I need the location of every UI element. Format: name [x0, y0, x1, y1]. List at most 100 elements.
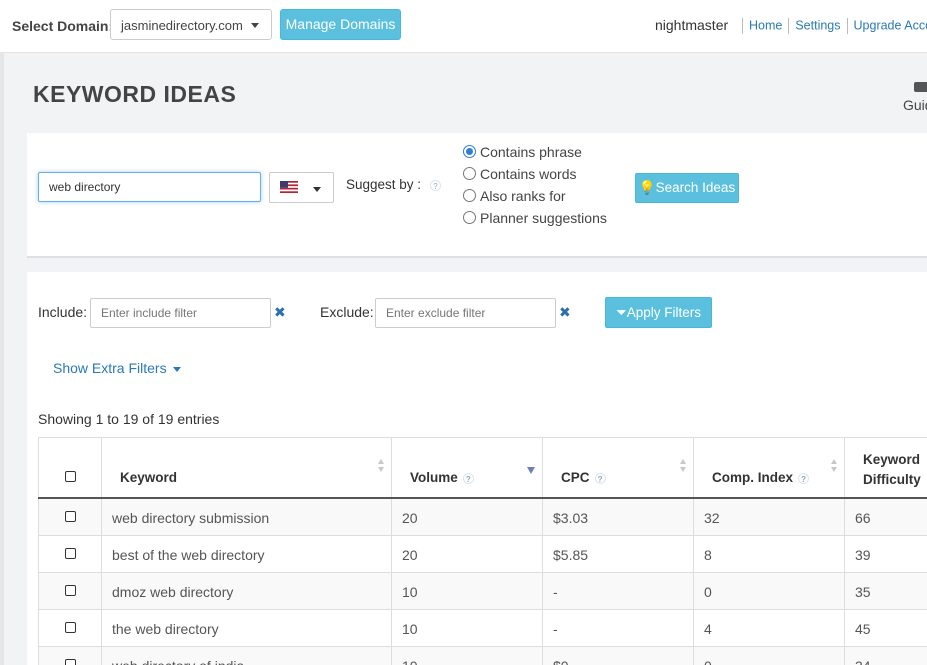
- sort-desc-icon: [527, 467, 535, 474]
- row-select-cell: [38, 499, 101, 535]
- cpc-cell: $5.85: [542, 536, 693, 572]
- difficulty-cell: 35: [844, 573, 927, 609]
- search-button-label: Search Ideas: [655, 180, 736, 195]
- row-checkbox[interactable]: [65, 585, 76, 596]
- option-label: Also ranks for: [480, 188, 566, 204]
- exclude-filter-input[interactable]: [375, 298, 556, 328]
- caret-down-icon: [172, 366, 181, 372]
- nav-link-upgrade[interactable]: Upgrade Account: [854, 18, 927, 32]
- row-checkbox[interactable]: [65, 622, 76, 633]
- table-row[interactable]: dmoz web directory 10-0 35: [38, 573, 927, 610]
- option-contains-words[interactable]: Contains words: [463, 164, 607, 186]
- comp-index-cell: 0: [693, 573, 844, 609]
- nav-link-home[interactable]: Home: [749, 18, 782, 32]
- show-extra-filters-link[interactable]: Show Extra Filters: [53, 360, 181, 376]
- row-select-cell: [38, 573, 101, 609]
- row-select-cell: [38, 647, 101, 665]
- nav-divider: [846, 18, 848, 34]
- cpc-cell: -: [542, 573, 693, 609]
- clear-exclude-icon[interactable]: ✖: [559, 304, 571, 321]
- video-icon: [914, 82, 927, 92]
- domain-select-value: jasminedirectory.com: [121, 18, 243, 33]
- country-select[interactable]: [269, 172, 334, 203]
- cpc-cell: $3.03: [542, 499, 693, 535]
- comp-index-cell: 4: [693, 610, 844, 646]
- clear-include-icon[interactable]: ✖: [274, 304, 286, 321]
- option-also-ranks-for[interactable]: Also ranks for: [463, 186, 607, 208]
- top-bar: Select Domain: jasminedirectory.com Mana…: [0, 0, 927, 53]
- option-planner-suggestions[interactable]: Planner suggestions: [463, 208, 607, 230]
- header-comp-index[interactable]: Comp. Index?: [693, 438, 844, 497]
- row-checkbox[interactable]: [65, 511, 76, 522]
- header-label-wrap: Comp. Index?: [712, 470, 810, 485]
- search-ideas-button[interactable]: 💡Search Ideas: [635, 173, 739, 203]
- keyword-cell: best of the web directory: [101, 536, 391, 572]
- keyword-input[interactable]: [38, 172, 261, 202]
- radio-icon: [463, 167, 476, 180]
- extra-filters-label: Show Extra Filters: [53, 360, 167, 376]
- option-label: Planner suggestions: [480, 210, 607, 226]
- header-label-wrap: Volume?: [410, 470, 474, 485]
- sort-icon: [831, 459, 838, 473]
- keyword-cell: the web directory: [101, 610, 391, 646]
- select-all-checkbox[interactable]: [65, 471, 76, 482]
- row-checkbox[interactable]: [65, 548, 76, 559]
- table-header: Keyword Volume? CPC? Comp. Index? Keywor…: [38, 438, 927, 499]
- comp-index-cell: 32: [693, 499, 844, 535]
- header-label: Keyword Difficulty: [863, 452, 921, 487]
- option-label: Contains phrase: [480, 144, 582, 160]
- search-panel: Suggest by : ? Contains phrase Contains …: [27, 133, 927, 258]
- help-icon[interactable]: ?: [430, 180, 441, 191]
- table-row[interactable]: the web directory 10-4 45: [38, 610, 927, 647]
- help-icon[interactable]: ?: [798, 472, 810, 484]
- volume-cell: 20: [391, 536, 542, 572]
- left-edge: [0, 53, 4, 665]
- nav-divider: [788, 18, 790, 34]
- comp-index-cell: 8: [693, 536, 844, 572]
- chevron-down-icon: [313, 187, 321, 192]
- manage-domains-button[interactable]: Manage Domains: [280, 9, 401, 40]
- sort-icon: [378, 459, 385, 473]
- header-volume[interactable]: Volume?: [391, 438, 542, 497]
- difficulty-cell: 66: [844, 499, 927, 535]
- volume-cell: 10: [391, 647, 542, 665]
- keyword-cell: web directory submission: [101, 499, 391, 535]
- option-label: Contains words: [480, 166, 577, 182]
- suggest-by-text: Suggest by :: [346, 177, 422, 192]
- domain-select[interactable]: jasminedirectory.com: [110, 9, 272, 40]
- table-row[interactable]: web directory of india10$0034: [38, 647, 927, 665]
- header-keyword[interactable]: Keyword: [101, 438, 391, 497]
- username[interactable]: nightmaster: [655, 17, 728, 33]
- suggest-options: Contains phrase Contains words Also rank…: [463, 142, 607, 230]
- chevron-down-icon: [251, 23, 259, 28]
- header-keyword-difficulty[interactable]: Keyword Difficulty: [844, 438, 927, 497]
- row-select-cell: [38, 610, 101, 646]
- row-checkbox[interactable]: [65, 659, 76, 665]
- help-icon[interactable]: ?: [462, 472, 474, 484]
- header-cpc[interactable]: CPC?: [542, 438, 693, 497]
- table-row[interactable]: best of the web directory 20 $5.85 8 39: [38, 536, 927, 573]
- radio-selected-icon: [463, 145, 476, 158]
- guide-label: Guide: [903, 97, 927, 113]
- sort-icon: [680, 459, 687, 473]
- entries-summary: Showing 1 to 19 of 19 entries: [38, 411, 220, 427]
- header-label-wrap: CPC?: [561, 470, 606, 485]
- apply-filters-button[interactable]: ⏷Apply Filters: [605, 297, 712, 328]
- filter-icon: ⏷: [615, 305, 627, 320]
- us-flag-icon: [280, 181, 298, 193]
- radio-icon: [463, 211, 476, 224]
- radio-icon: [463, 189, 476, 202]
- difficulty-cell: 34: [844, 647, 927, 665]
- suggest-by-label: Suggest by : ?: [346, 177, 441, 192]
- include-filter-input[interactable]: [90, 298, 271, 328]
- keyword-table: Keyword Volume? CPC? Comp. Index? Keywor…: [38, 437, 927, 665]
- difficulty-cell: 45: [844, 610, 927, 646]
- keyword-cell: web directory of india: [101, 647, 391, 665]
- table-row[interactable]: web directory submission 20 $3.03 32 66: [38, 499, 927, 536]
- header-label: CPC: [561, 470, 590, 485]
- option-contains-phrase[interactable]: Contains phrase: [463, 142, 607, 164]
- row-select-cell: [38, 536, 101, 572]
- help-icon[interactable]: ?: [594, 472, 606, 484]
- nav-link-settings[interactable]: Settings: [795, 18, 840, 32]
- nav-divider: [742, 18, 743, 34]
